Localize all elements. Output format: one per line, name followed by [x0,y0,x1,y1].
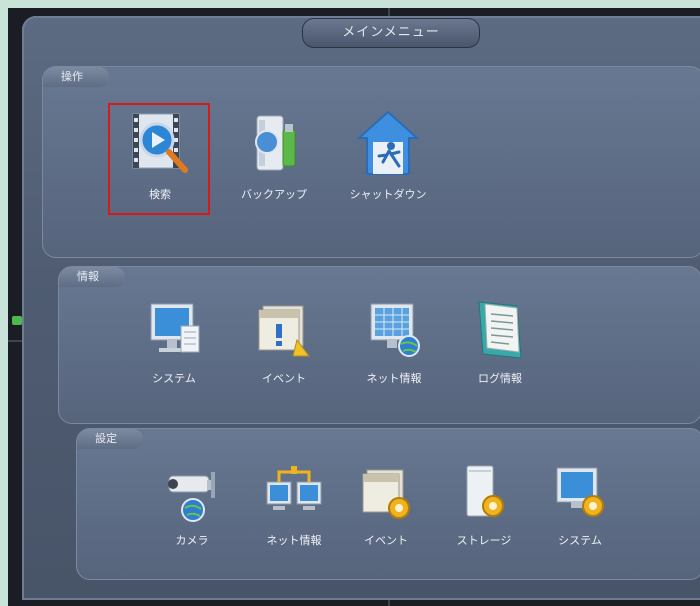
menu-title: メインメニュー [302,18,480,48]
menu-item-label: ログ情報 [478,372,522,385]
menu-item-shutdown[interactable]: シャットダウン [340,108,436,202]
menu-item-label: カメラ [175,534,209,547]
selection-highlight [108,103,210,215]
menu-item-event-settings[interactable]: イベント [338,462,434,548]
monitor-icon [150,303,200,353]
menu-item-log-info[interactable]: ログ情報 [452,296,548,386]
menu-item-label: ネット情報 [266,534,322,547]
menu-item-label: ネット情報 [366,372,422,385]
menu-item-label: システム [558,534,602,547]
system-settings-icon [556,467,604,517]
menu-item-label: バックアップ [241,188,307,201]
menu-item-event-info[interactable]: イベント [236,296,332,386]
shutdown-icon [356,110,420,175]
event-icon [258,305,310,357]
network-settings-icon [266,466,322,510]
menu-item-label: シャットダウン [349,188,427,201]
event-settings-icon [362,469,410,519]
menu-item-label: ストレージ [456,534,512,547]
menu-item-camera[interactable]: カメラ [144,462,240,548]
section-label-operation: 操作 [43,67,109,87]
menu-item-net-info[interactable]: ネット情報 [346,296,442,386]
menu-item-system-info[interactable]: システム [126,296,222,386]
log-book-icon [478,301,522,359]
menu-item-label: イベント [262,372,306,385]
menu-item-net-settings[interactable]: ネット情報 [246,462,342,548]
network-icon [370,303,420,357]
camera-icon [168,472,215,522]
menu-item-system-settings[interactable]: システム [532,462,628,548]
menu-item-storage[interactable]: ストレージ [436,462,532,548]
status-indicator [12,316,22,325]
section-label-info: 情報 [59,267,125,287]
section-label-settings: 設定 [77,429,143,449]
storage-icon [466,465,504,517]
menu-item-label: イベント [364,534,408,547]
menu-item-label: システム [152,372,196,385]
menu-item-backup[interactable]: バックアップ [226,108,322,202]
backup-icon [255,115,296,171]
